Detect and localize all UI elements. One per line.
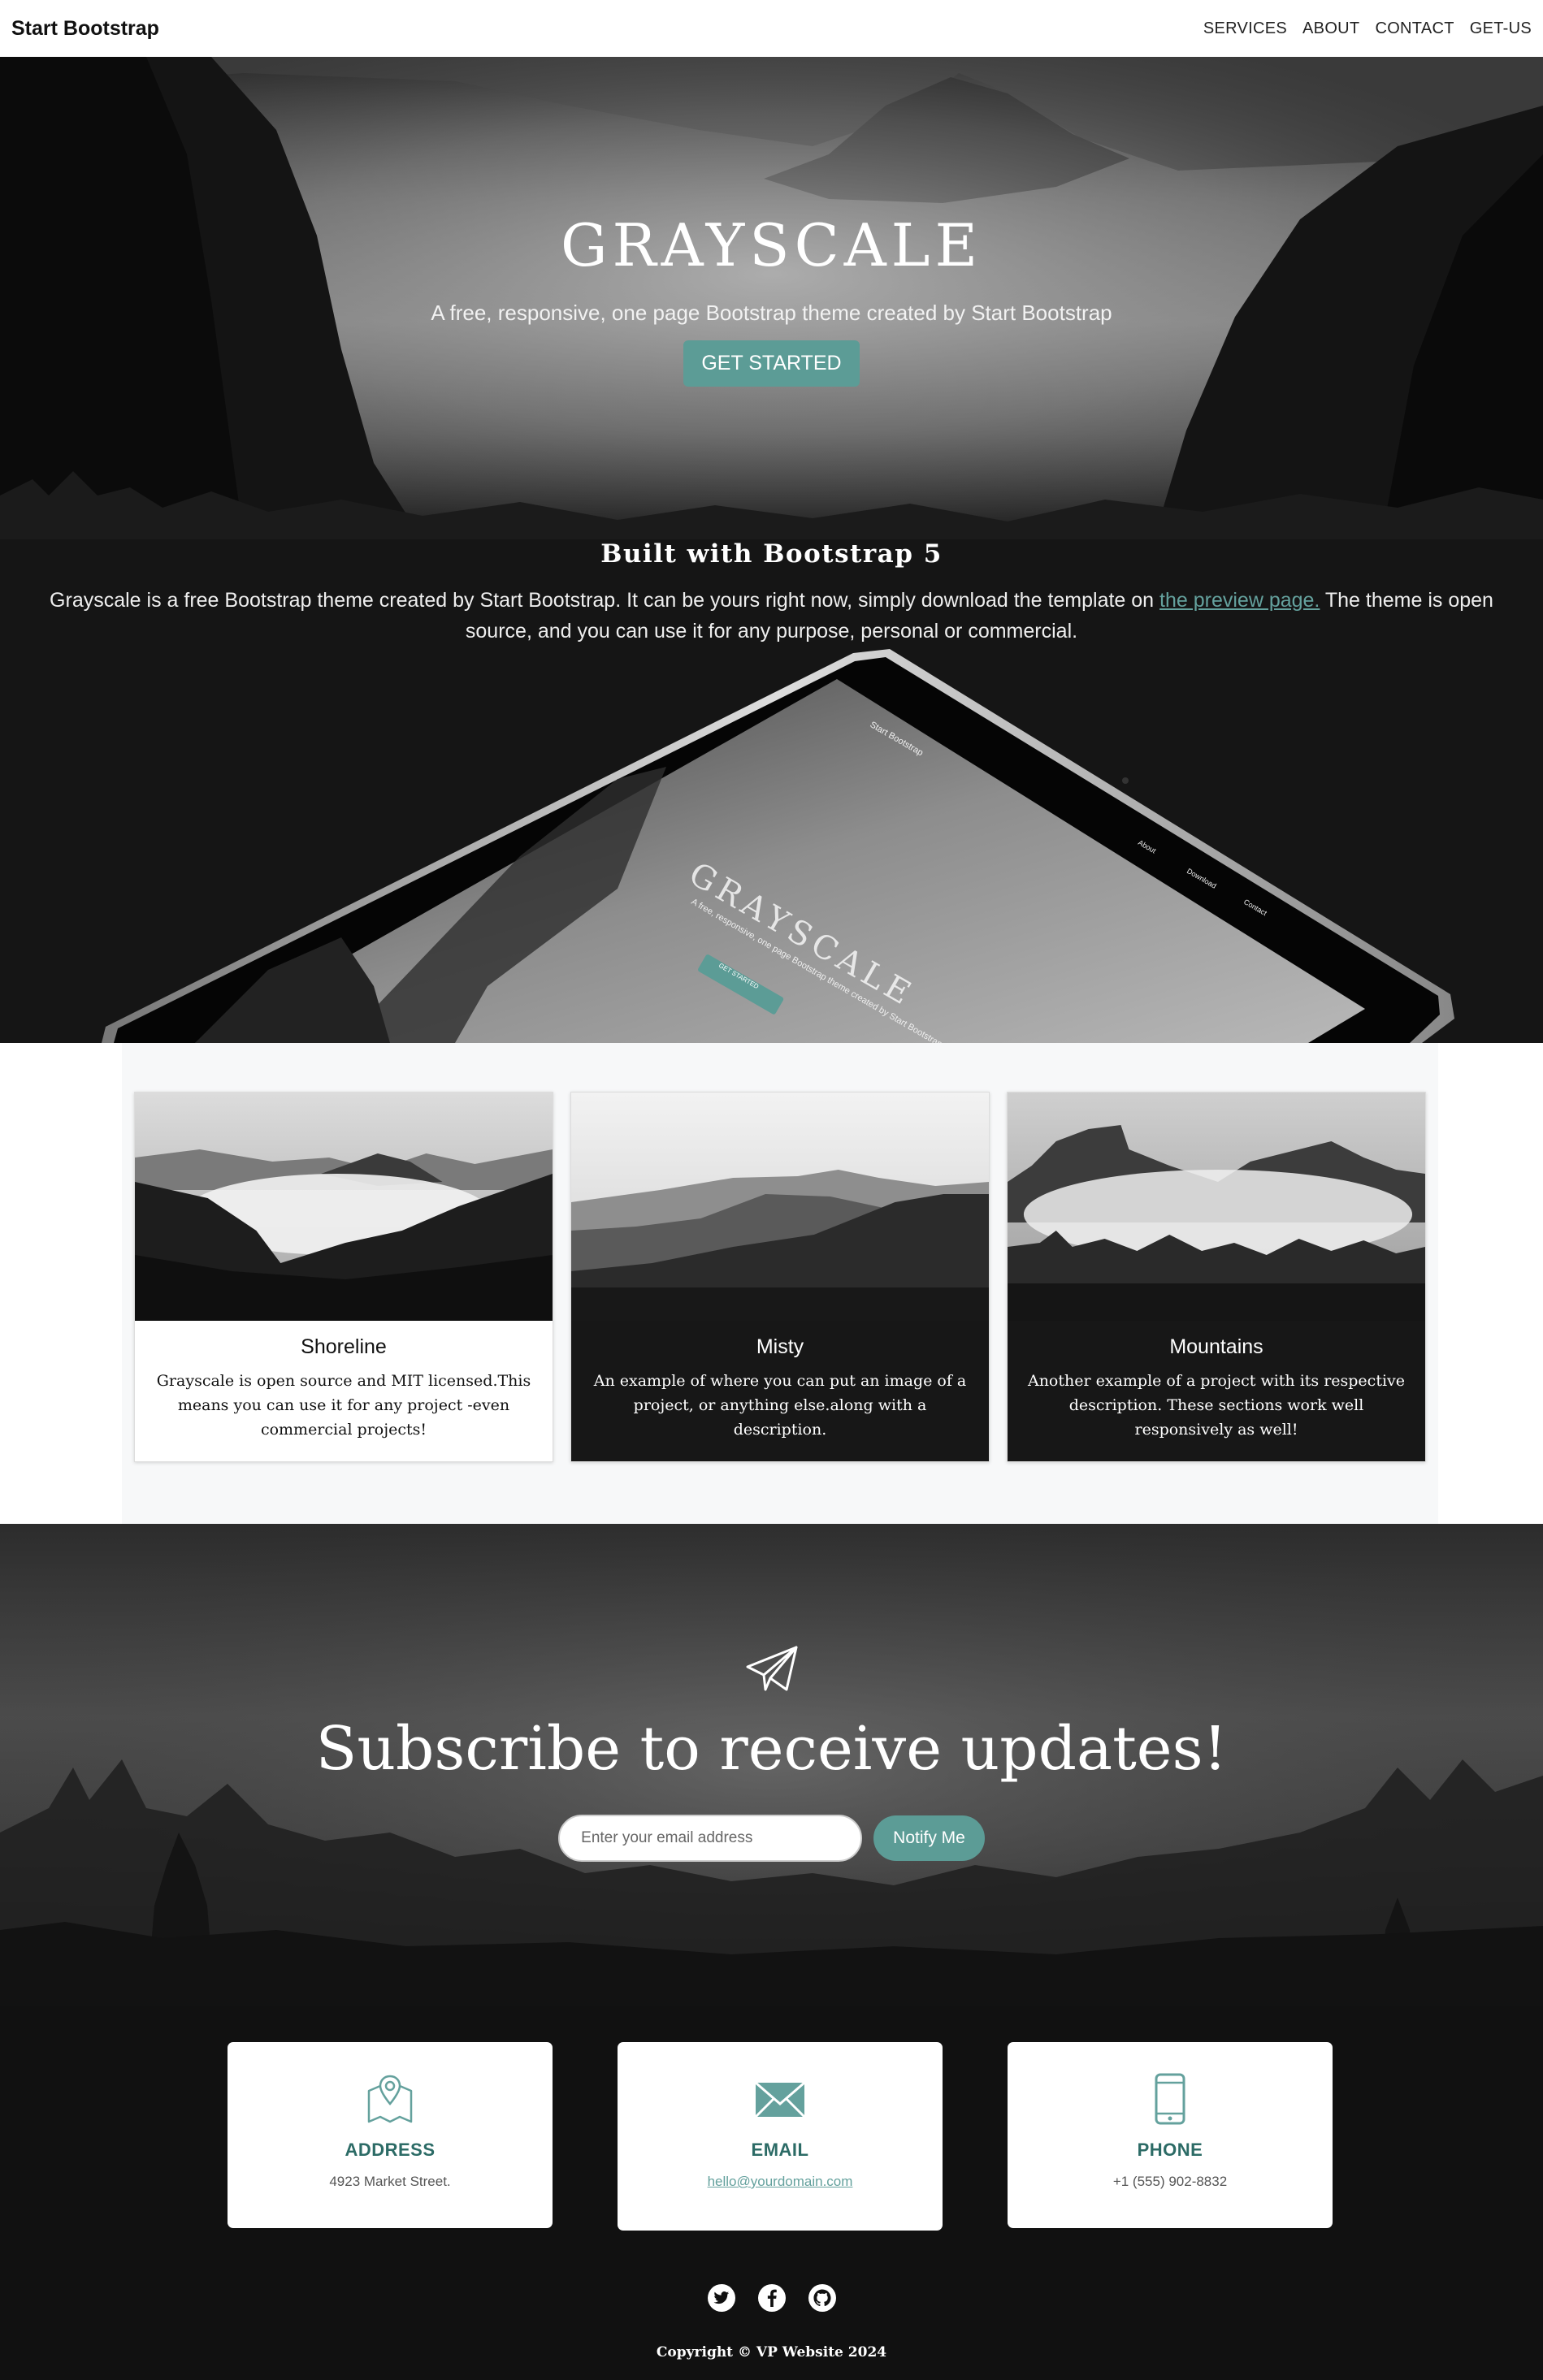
- projects-section: Shoreline Grayscale is open source and M…: [0, 1043, 1543, 1524]
- about-text: Grayscale is a free Bootstrap theme crea…: [24, 585, 1519, 647]
- twitter-icon[interactable]: [707, 2284, 735, 2312]
- card-body: Mountains Another example of a project w…: [1008, 1321, 1425, 1461]
- card-title: Mountains: [1169, 1335, 1263, 1358]
- envelope-icon: [754, 2081, 806, 2128]
- signup-form: Notify Me: [0, 1815, 1543, 1862]
- project-card-shoreline: Shoreline Grayscale is open source and M…: [134, 1092, 553, 1462]
- social-links: [0, 2284, 1543, 2312]
- map-icon: [366, 2075, 414, 2128]
- facebook-icon[interactable]: [757, 2284, 786, 2312]
- nav-link-services[interactable]: SERVICES: [1203, 19, 1287, 38]
- get-started-button[interactable]: GET STARTED: [683, 340, 860, 387]
- about-section: Built with Bootstrap 5 Grayscale is a fr…: [0, 539, 1543, 1043]
- card-body: Misty An example of where you can put an…: [571, 1321, 989, 1461]
- about-text-start: Grayscale is a free Bootstrap theme crea…: [50, 589, 1160, 612]
- hero-content: GRAYSCALE A free, responsive, one page B…: [0, 211, 1543, 387]
- contact-title: PHONE: [1137, 2140, 1203, 2160]
- contact-value: 4923 Market Street.: [329, 2174, 451, 2189]
- shoreline-image: [135, 1093, 553, 1321]
- email-input[interactable]: [558, 1815, 863, 1862]
- project-card-misty: Misty An example of where you can put an…: [570, 1092, 990, 1462]
- contact-card-phone: PHONE +1 (555) 902-8832: [1008, 2042, 1333, 2228]
- project-card-mountains: Mountains Another example of a project w…: [1007, 1092, 1426, 1462]
- contact-title: EMAIL: [751, 2140, 809, 2160]
- signup-section: Subscribe to receive updates! Notify Me: [0, 1524, 1543, 2006]
- tablet-image: Start Bootstrap About Download Contact G…: [102, 649, 1454, 1043]
- misty-image: [571, 1093, 989, 1321]
- contact-card-address: ADDRESS 4923 Market Street.: [228, 2042, 553, 2228]
- email-link[interactable]: hello@yourdomain.com: [618, 2174, 943, 2190]
- mobile-icon: [1154, 2073, 1186, 2128]
- nav-link-about[interactable]: ABOUT: [1302, 19, 1359, 38]
- nav-link-contact[interactable]: CONTACT: [1375, 19, 1454, 38]
- nav-links: SERVICES ABOUT CONTACT GET-US: [1203, 19, 1532, 38]
- card-body: Shoreline Grayscale is open source and M…: [135, 1321, 553, 1461]
- hero-subtitle: A free, responsive, one page Bootstrap t…: [431, 301, 1112, 325]
- projects-container: Shoreline Grayscale is open source and M…: [122, 1043, 1438, 1524]
- contact-section: ADDRESS 4923 Market Street. EMAIL hello@…: [0, 2006, 1543, 2380]
- signup-content: Subscribe to receive updates! Notify Me: [0, 1646, 1543, 1862]
- card-text: An example of where you can put an image…: [593, 1372, 967, 1439]
- navbar: Start Bootstrap SERVICES ABOUT CONTACT G…: [0, 0, 1543, 57]
- card-text: Grayscale is open source and MIT license…: [156, 1372, 531, 1439]
- preview-page-link[interactable]: the preview page.: [1159, 589, 1320, 612]
- signup-title: Subscribe to receive updates!: [315, 1714, 1228, 1784]
- card-title: Misty: [756, 1335, 804, 1358]
- hero-section: GRAYSCALE A free, responsive, one page B…: [0, 57, 1543, 539]
- hero-title: GRAYSCALE: [560, 211, 983, 279]
- card-title: Shoreline: [301, 1335, 387, 1358]
- about-title: Built with Bootstrap 5: [600, 539, 943, 569]
- contact-card-email: EMAIL hello@yourdomain.com: [618, 2042, 943, 2231]
- brand-link[interactable]: Start Bootstrap: [11, 17, 159, 41]
- contact-value: +1 (555) 902-8832: [1112, 2174, 1228, 2189]
- copyright-text: Copyright © VP Website 2024: [656, 2344, 887, 2361]
- notify-me-button[interactable]: Notify Me: [873, 1815, 985, 1861]
- nav-link-get-us[interactable]: GET-US: [1470, 19, 1532, 38]
- mountains-image: [1008, 1093, 1425, 1321]
- paper-plane-icon: [746, 1646, 798, 1694]
- card-text: Another example of a project with its re…: [1027, 1372, 1406, 1439]
- github-icon[interactable]: [808, 2284, 836, 2312]
- contact-title: ADDRESS: [345, 2140, 436, 2160]
